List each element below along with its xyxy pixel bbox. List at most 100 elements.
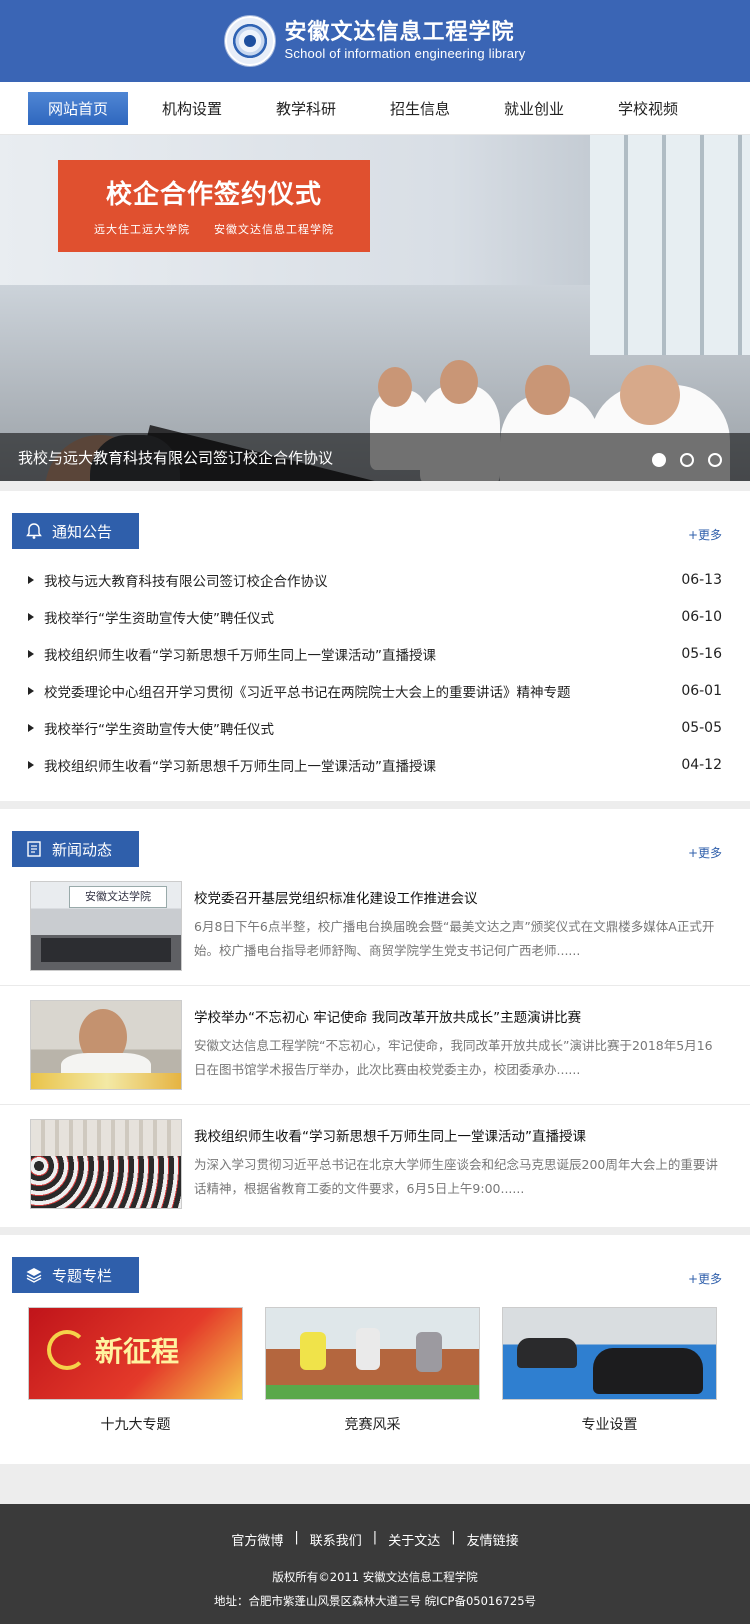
topic-label[interactable]: 十九大专题 [28, 1414, 243, 1434]
notice-item-date: 06-01 [681, 682, 722, 699]
news-title[interactable]: 校党委召开基层党组织标准化建设工作推进会议 [194, 887, 722, 907]
news-tab: 新闻动态 [12, 831, 139, 867]
news-thumbnail-sign: 安徽文达学院 [69, 886, 167, 908]
notice-item-title[interactable]: 我校举行“学生资助宣传大使”聘任仪式 [44, 718, 672, 738]
footer-links: 官方微博 | 联系我们 | 关于文达 | 友情链接 [0, 1530, 750, 1549]
notice-more-link[interactable]: +更多 [688, 526, 722, 543]
banner-photo-person [440, 360, 478, 404]
news-thumbnail[interactable]: 安徽文达学院 [30, 881, 182, 971]
news-thumbnail-flowers [31, 1073, 181, 1089]
notice-item[interactable]: 我校举行“学生资助宣传大使”聘任仪式 06-10 [28, 598, 722, 635]
carousel-dot-3[interactable] [708, 453, 722, 467]
notice-item-title[interactable]: 校党委理论中心组召开学习贯彻《习近平总书记在两院院士大会上的重要讲话》精神专题 [44, 681, 672, 701]
news-item[interactable]: 我校组织师生收看“学习新思想千万师生同上一堂课活动”直播授课 为深入学习贯彻习近… [0, 1105, 750, 1223]
footer-separator: | [451, 1530, 456, 1545]
topics-tab-label: 专题专栏 [52, 1266, 113, 1285]
notice-item[interactable]: 我校与远大教育科技有限公司签订校企合作协议 06-13 [28, 561, 722, 598]
topic-image-competition[interactable] [265, 1307, 480, 1400]
news-more-link[interactable]: +更多 [688, 844, 722, 861]
topic-image-car [517, 1338, 577, 1368]
banner-photo-sign: 校企合作签约仪式 远大住工远大学院 安徽文达信息工程学院 [58, 160, 370, 252]
notice-tab: 通知公告 [12, 513, 139, 549]
news-item[interactable]: 学校举办“不忘初心 牢记使命 我同改革开放共成长”主题演讲比赛 安徽文达信息工程… [0, 986, 750, 1105]
nav-item-organization[interactable]: 机构设置 [142, 92, 242, 125]
footer-link-contact[interactable]: 联系我们 [310, 1530, 362, 1549]
notice-item-title[interactable]: 我校组织师生收看“学习新思想千万师生同上一堂课活动”直播授课 [44, 755, 672, 775]
topic-image-majors[interactable] [502, 1307, 717, 1400]
topic-card[interactable]: 竞赛风采 [265, 1307, 480, 1434]
news-item[interactable]: 安徽文达学院 校党委召开基层党组织标准化建设工作推进会议 6月8日下午6点半整，… [0, 867, 750, 986]
notice-item[interactable]: 校党委理论中心组召开学习贯彻《习近平总书记在两院院士大会上的重要讲话》精神专题 0… [28, 672, 722, 709]
news-body: 学校举办“不忘初心 牢记使命 我同改革开放共成长”主题演讲比赛 安徽文达信息工程… [194, 1000, 722, 1090]
site-title-block: 安徽文达信息工程学院 School of information enginee… [285, 20, 526, 61]
site-title-cn: 安徽文达信息工程学院 [284, 19, 515, 46]
notice-item-title[interactable]: 我校举行“学生资助宣传大使”聘任仪式 [44, 607, 672, 627]
news-panel: 新闻动态 +更多 安徽文达学院 校党委召开基层党组织标准化建设工作推进会议 6月… [0, 809, 750, 1227]
footer-address: 地址：合肥市紫蓬山风景区森林大道三号 皖ICP备05016725号 [213, 1594, 537, 1608]
news-panel-header: 新闻动态 +更多 [0, 809, 750, 867]
topic-label[interactable]: 专业设置 [502, 1414, 717, 1434]
topics-more-link[interactable]: +更多 [688, 1270, 722, 1287]
notice-item-date: 05-05 [681, 719, 722, 736]
banner-sign-title: 校企合作签约仪式 [105, 180, 322, 210]
bell-icon [24, 521, 44, 541]
carousel-dot-1[interactable] [652, 453, 666, 467]
footer-link-friends[interactable]: 友情链接 [467, 1530, 519, 1549]
topic-image-runner [416, 1332, 442, 1372]
news-title[interactable]: 我校组织师生收看“学习新思想千万师生同上一堂课活动”直播授课 [194, 1125, 722, 1145]
notice-item-date: 06-10 [681, 608, 722, 625]
notice-item-title[interactable]: 我校组织师生收看“学习新思想千万师生同上一堂课活动”直播授课 [44, 644, 672, 664]
topic-image-title: 新征程 [95, 1335, 180, 1368]
news-thumbnail[interactable] [30, 1119, 182, 1209]
footer-separator: | [294, 1530, 299, 1545]
topic-image-car [593, 1348, 703, 1394]
notice-item[interactable]: 我校组织师生收看“学习新思想千万师生同上一堂课活动”直播授课 05-16 [28, 635, 722, 672]
news-body: 我校组织师生收看“学习新思想千万师生同上一堂课活动”直播授课 为深入学习贯彻习近… [194, 1119, 722, 1209]
notice-item-title[interactable]: 我校与远大教育科技有限公司签订校企合作协议 [44, 570, 672, 590]
notice-panel-header: 通知公告 +更多 [0, 491, 750, 549]
topic-card[interactable]: 新征程 十九大专题 [28, 1307, 243, 1434]
topics-panel: 专题专栏 +更多 新征程 十九大专题 竞赛风采 专业设置 [0, 1235, 750, 1464]
nav-item-employment[interactable]: 就业创业 [484, 92, 584, 125]
news-thumbnail-audience [31, 1156, 181, 1208]
nav-item-admissions[interactable]: 招生信息 [370, 92, 470, 125]
hammer-sickle-icon [47, 1330, 87, 1370]
topic-image-congress[interactable]: 新征程 [28, 1307, 243, 1400]
topic-label[interactable]: 竞赛风采 [265, 1414, 480, 1434]
triangle-bullet-icon [28, 649, 34, 658]
notice-item[interactable]: 我校组织师生收看“学习新思想千万师生同上一堂课活动”直播授课 04-12 [28, 746, 722, 783]
site-footer: 官方微博 | 联系我们 | 关于文达 | 友情链接 版权所有©2011 安徽文达… [0, 1504, 750, 1624]
hero-carousel[interactable]: 校企合作签约仪式 远大住工远大学院 安徽文达信息工程学院 我校与远大教育科技有限… [0, 135, 750, 481]
news-thumbnail[interactable] [30, 1000, 182, 1090]
news-summary: 为深入学习贯彻习近平总书记在北京大学师生座谈会和纪念马克思诞辰200周年大会上的… [194, 1157, 718, 1196]
notice-item-date: 05-16 [681, 645, 722, 662]
triangle-bullet-icon [28, 760, 34, 769]
site-title-en: School of information engineering librar… [284, 46, 526, 62]
topic-card[interactable]: 专业设置 [502, 1307, 717, 1434]
notice-item-date: 04-12 [681, 756, 722, 773]
banner-photo-person [378, 367, 412, 407]
footer-link-weibo[interactable]: 官方微博 [231, 1530, 283, 1549]
notice-panel: 通知公告 +更多 我校与远大教育科技有限公司签订校企合作协议 06-13 我校举行… [0, 491, 750, 801]
news-thumbnail-table [41, 938, 171, 962]
nav-item-home[interactable]: 网站首页 [28, 91, 128, 125]
nav-item-videos[interactable]: 学校视频 [598, 92, 698, 125]
school-logo[interactable] [224, 16, 275, 66]
footer-link-about[interactable]: 关于文达 [388, 1530, 440, 1549]
notice-item[interactable]: 我校举行“学生资助宣传大使”聘任仪式 05-05 [28, 709, 722, 746]
carousel-indicators [652, 453, 722, 467]
banner-photo-person [525, 365, 570, 415]
banner-photo-window [590, 135, 750, 355]
nav-item-teaching-research[interactable]: 教学科研 [256, 92, 356, 125]
topic-image-runner [356, 1328, 380, 1370]
news-tab-label: 新闻动态 [52, 840, 113, 859]
carousel-dot-2[interactable] [680, 453, 694, 467]
news-title[interactable]: 学校举办“不忘初心 牢记使命 我同改革开放共成长”主题演讲比赛 [194, 1006, 722, 1026]
triangle-bullet-icon [28, 723, 34, 732]
banner-sign-subtitle: 远大住工远大学院 安徽文达信息工程学院 [94, 223, 334, 236]
main-nav: 网站首页 机构设置 教学科研 招生信息 就业创业 学校视频 [0, 82, 750, 135]
banner-caption[interactable]: 我校与远大教育科技有限公司签订校企合作协议 [18, 447, 333, 468]
banner-photo-person [620, 365, 680, 425]
topic-image-grass [266, 1385, 479, 1399]
news-summary: 安徽文达信息工程学院“不忘初心，牢记使命，我同改革开放共成长”演讲比赛于2018… [194, 1038, 713, 1077]
